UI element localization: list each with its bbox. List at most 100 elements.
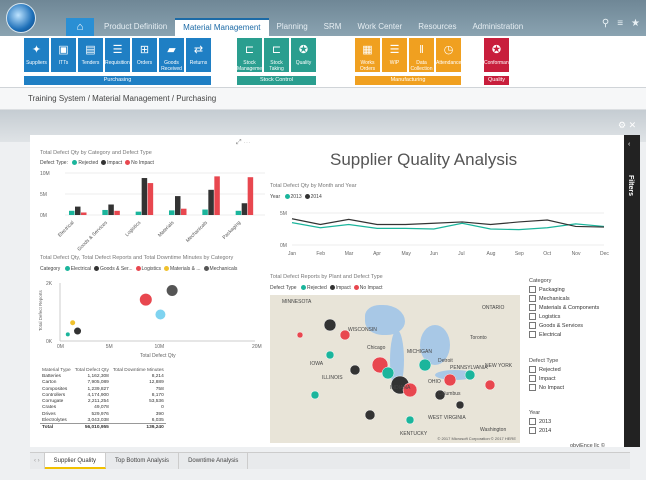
map-label-indiana: INDIANA <box>390 385 411 391</box>
slicer-item-no-impact[interactable]: No Impact <box>529 384 564 393</box>
legend-swatch <box>64 266 70 272</box>
tab-supplier-quality[interactable]: Supplier Quality <box>44 453 107 469</box>
tenders-button[interactable]: ▤ Tenders <box>78 38 103 72</box>
conformance-button[interactable]: ✪ Conformance <box>484 38 509 72</box>
column-header[interactable]: Material Type <box>40 367 73 373</box>
slicer-item-electrical[interactable]: Electrical <box>529 331 599 340</box>
legend-item-logistics[interactable]: Logistics <box>142 266 161 272</box>
legend-item-electrical[interactable]: Electrical <box>71 266 91 272</box>
legend-item-no-impact[interactable]: No Impact <box>131 160 154 166</box>
breadcrumb: Training System / Material Management / … <box>0 88 646 110</box>
attendance-button[interactable]: ◷ Attendance <box>436 38 461 72</box>
legend-item-goods-ser[interactable]: Goods & Ser... <box>100 266 133 272</box>
filters-pane[interactable]: Filters ‹ <box>624 135 640 447</box>
main-nav: Product Definition Material Management Pla… <box>96 18 531 36</box>
stock-taking-button[interactable]: ⊏ Stock Taking <box>264 38 289 72</box>
nav-tab-administration[interactable]: Administration <box>464 18 531 36</box>
legend-item-rejected[interactable]: Rejected <box>78 160 98 166</box>
y-tick-label: 0K <box>46 339 53 345</box>
slicer-item-mechanicals[interactable]: Mechanicals <box>529 295 599 304</box>
legend-swatch <box>329 285 335 291</box>
legend-item-mechanicals[interactable]: Mechanicals <box>210 266 238 272</box>
y-tick-label: 10M <box>40 171 50 177</box>
legend-item-materials[interactable]: Materials & ... <box>170 266 201 272</box>
ribbon-group-label: Manufacturing <box>355 76 461 85</box>
returns-button[interactable]: ⇄ Returns <box>186 38 211 72</box>
stock-management-button[interactable]: ⊏ Stock Management <box>237 38 262 72</box>
y-tick-label: 2K <box>46 281 53 287</box>
legend-item-impact[interactable]: Impact <box>107 160 122 166</box>
bar-no-impact <box>247 177 254 215</box>
scatter-point <box>155 309 166 320</box>
factory-icon: ▦ <box>362 44 373 56</box>
bar-no-impact <box>81 212 87 215</box>
menu-icon[interactable]: ≡ <box>617 18 623 29</box>
chevron-left-icon[interactable]: ‹ <box>628 141 630 148</box>
ribbon-button-label: Conformance <box>484 60 509 66</box>
nav-tab-product-definition[interactable]: Product Definition <box>96 18 175 36</box>
map-bubble <box>349 364 361 376</box>
settings-icon[interactable]: ⚙ ✕ <box>618 120 636 131</box>
slicer-item-packaging[interactable]: Packaging <box>529 286 599 295</box>
slicer-item-impact[interactable]: Impact <box>529 375 564 384</box>
slicer-item-materials-components[interactable]: Materials & Components <box>529 304 599 313</box>
ribbon-button-label: WIP <box>389 60 400 66</box>
legend-swatch <box>93 266 99 272</box>
tab-nav-arrows[interactable]: ‹ › <box>30 453 45 469</box>
home-button[interactable]: ⌂ <box>66 18 94 36</box>
slicer-item-logistics[interactable]: Logistics <box>529 313 599 322</box>
slicer-item-2014[interactable]: 2014 <box>529 427 551 436</box>
scatter-point <box>139 293 152 306</box>
x-tick-label: Goods & Services <box>76 220 109 253</box>
itts-button[interactable]: ▣ ITTs <box>51 38 76 72</box>
quality-button[interactable]: ✪ Quality <box>291 38 316 72</box>
wip-button[interactable]: ☰ WIP <box>382 38 407 72</box>
ribbon-group-stock-control: ⊏ Stock Management ⊏ Stock Taking ✪ Quality <box>237 38 316 72</box>
bar-impact <box>175 196 181 215</box>
scatter-point <box>70 320 76 326</box>
bar-rejected <box>202 209 208 215</box>
nav-tab-resources[interactable]: Resources <box>410 18 464 36</box>
column-header[interactable]: Total Defect Qty <box>73 367 111 373</box>
map-label-detroit: Detroit <box>438 358 453 364</box>
nav-tab-material-management[interactable]: Material Management <box>175 18 269 36</box>
slicer-item-2013[interactable]: 2013 <box>529 418 551 427</box>
nav-tab-work-center[interactable]: Work Center <box>349 18 410 36</box>
ribbon-button-label: Attendance <box>436 60 461 66</box>
tab-downtime-analysis[interactable]: Downtime Analysis <box>179 453 249 469</box>
bar-impact <box>108 204 114 215</box>
focus-mode-icon[interactable]: ⤢ ⋯ <box>236 139 251 147</box>
tab-top-bottom-analysis[interactable]: Top Bottom Analysis <box>106 453 180 469</box>
bar-chart: 10M 5M 0M Electrical Goods & Services Logisti… <box>40 171 265 253</box>
orders-button[interactable]: ⊞ Orders <box>132 38 157 72</box>
legend-item-no-impact[interactable]: No Impact <box>360 285 383 291</box>
x-tick-label: Aug <box>487 251 496 257</box>
watermark: obviEnce llc © <box>570 443 605 449</box>
slicer-item-goods-services[interactable]: Goods & Services <box>529 322 599 331</box>
requisitions-button[interactable]: ☰ Requisitions <box>105 38 130 72</box>
search-icon[interactable]: ⚲ <box>602 18 609 29</box>
legend-item-2014[interactable]: 2014 <box>311 194 322 200</box>
bar-rejected <box>169 210 175 215</box>
slicer-title: Category <box>529 278 552 284</box>
defect-map[interactable]: MINNESOTA WISCONSIN MICHIGAN IOWA ILLINOIS IN… <box>270 295 520 443</box>
works-orders-button[interactable]: ▦ Works Orders <box>355 38 380 72</box>
data-collection-button[interactable]: ‖ Data Collection <box>409 38 434 72</box>
star-icon[interactable]: ★ <box>631 18 640 29</box>
scatter-chart: 2K 0K 0M 5M 10M 20M Total Defect Qty Total Defe… <box>38 281 262 359</box>
report-tabs: ‹ › Supplier Quality Top Bottom Analysis D… <box>30 452 630 469</box>
award-icon: ✪ <box>298 44 309 56</box>
x-tick-label: Jun <box>430 251 438 257</box>
suppliers-button[interactable]: ✦ Suppliers <box>24 38 49 72</box>
map-bubble <box>405 415 415 425</box>
app-logo[interactable] <box>6 3 36 33</box>
legend-item-rejected[interactable]: Rejected <box>307 285 327 291</box>
column-header[interactable]: Total Downtime Minutes <box>111 367 166 373</box>
nav-tab-planning[interactable]: Planning <box>269 18 316 36</box>
x-tick-label: 10M <box>155 344 165 350</box>
legend-item-impact[interactable]: Impact <box>336 285 351 291</box>
legend-item-2013[interactable]: 2013 <box>291 194 302 200</box>
slicer-item-rejected[interactable]: Rejected <box>529 366 564 375</box>
goods-received-button[interactable]: ▰ Goods Received <box>159 38 184 72</box>
nav-tab-srm[interactable]: SRM <box>316 18 350 36</box>
